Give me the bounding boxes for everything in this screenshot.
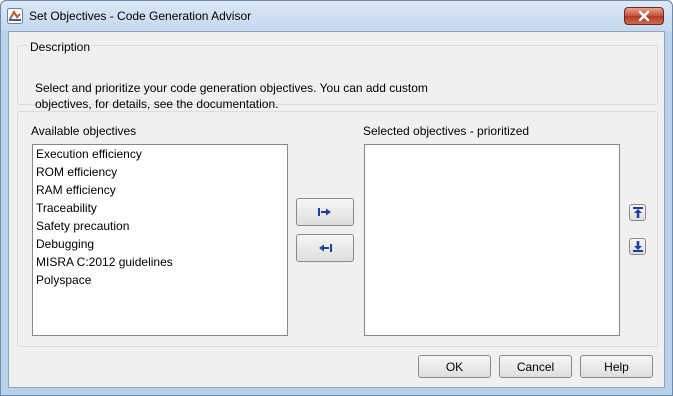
window-title: Set Objectives - Code Generation Advisor (29, 9, 252, 23)
move-down-icon (632, 241, 643, 252)
close-icon (638, 10, 650, 22)
remove-objective-button[interactable] (296, 234, 354, 262)
list-item[interactable]: Polyspace (33, 271, 287, 289)
list-item[interactable]: Traceability (33, 199, 287, 217)
move-up-icon (632, 207, 643, 218)
description-line-2: objectives, for details, see the documen… (35, 97, 279, 111)
help-button[interactable]: Help (580, 355, 653, 378)
matlab-icon (7, 8, 23, 24)
ok-button[interactable]: OK (418, 355, 491, 378)
add-objective-button[interactable] (296, 198, 354, 226)
title-bar[interactable]: Set Objectives - Code Generation Advisor (1, 1, 672, 31)
close-button[interactable] (624, 7, 664, 25)
list-item[interactable]: Debugging (33, 235, 287, 253)
description-line-1: Select and prioritize your code generati… (35, 81, 428, 95)
selected-objectives-label: Selected objectives - prioritized (363, 124, 530, 138)
available-objectives-label: Available objectives (31, 124, 137, 138)
list-item[interactable]: ROM efficiency (33, 163, 287, 181)
cancel-button[interactable]: Cancel (499, 355, 572, 378)
move-up-button[interactable] (629, 204, 646, 221)
description-caption: Description (28, 40, 93, 54)
available-objectives-list[interactable]: Execution efficiency ROM efficiency RAM … (32, 144, 288, 336)
list-item[interactable]: Safety precaution (33, 217, 287, 235)
selected-objectives-list[interactable] (364, 144, 620, 336)
list-item[interactable]: RAM efficiency (33, 181, 287, 199)
arrow-right-icon (318, 208, 331, 216)
dialog-window: Set Objectives - Code Generation Advisor… (0, 0, 673, 396)
move-down-button[interactable] (629, 238, 646, 255)
arrow-left-icon (319, 244, 332, 252)
objectives-panel: Available objectives Selected objectives… (17, 111, 658, 347)
list-item[interactable]: MISRA C:2012 guidelines (33, 253, 287, 271)
description-text: Select and prioritize your code generati… (35, 80, 495, 112)
description-group: Select and prioritize your code generati… (17, 45, 658, 111)
dialog-client-area: Select and prioritize your code generati… (8, 31, 665, 388)
list-item[interactable]: Execution efficiency (33, 145, 287, 163)
